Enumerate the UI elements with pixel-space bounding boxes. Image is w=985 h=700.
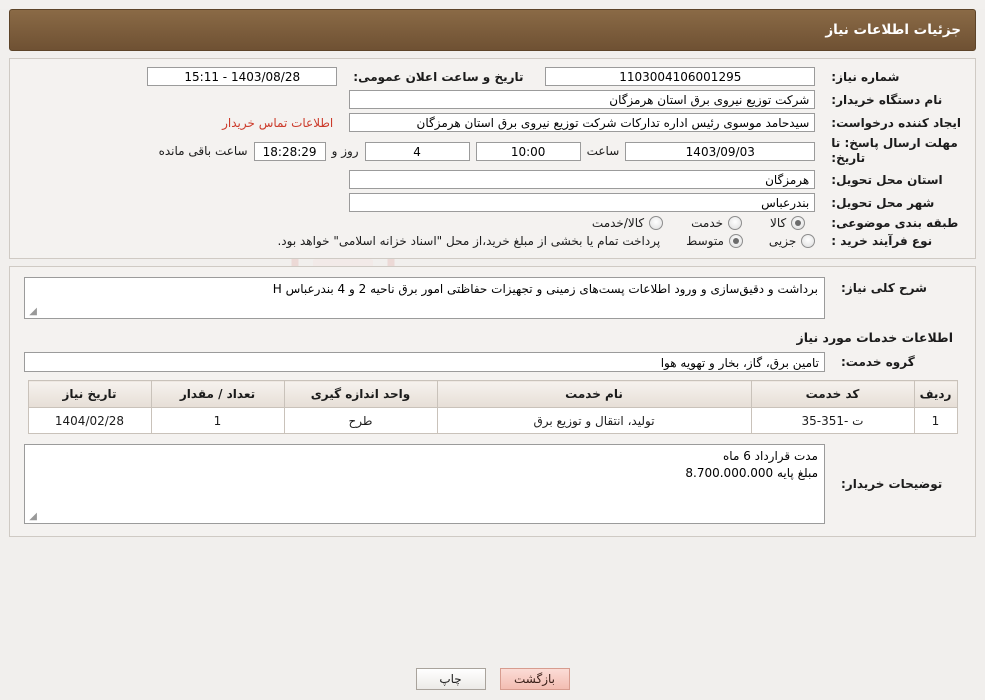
row-category: طبقه بندی موضوعی: کالا خدمت کالا/خدمت: [18, 214, 967, 232]
remaining-label: ساعت باقی مانده: [158, 144, 248, 158]
radio-icon[interactable]: [728, 234, 743, 248]
category-option-kala[interactable]: کالا: [770, 216, 806, 230]
process-option-jozei[interactable]: جزیی: [768, 234, 816, 248]
buyer-org-label: نام دستگاه خریدار:: [831, 92, 943, 107]
service-group-value: تامین برق، گاز، بخار و تهویه هوا: [24, 352, 825, 372]
row-deadline: مهلت ارسال پاسخ: تا تاریخ: 1403/09/03 سا…: [18, 134, 967, 168]
announce-datetime-value: 1403/08/28 - 15:11: [147, 67, 338, 86]
buyer-notes-textarea[interactable]: مدت قرارداد 6 ماه مبلغ پایه 8.700.000.00…: [24, 444, 825, 524]
radio-icon[interactable]: [649, 216, 664, 230]
deadline-time-value: 10:00: [475, 141, 581, 161]
footer-actions: بازگشت چاپ: [0, 668, 985, 690]
radio-icon[interactable]: [801, 234, 816, 248]
process-option-motevaset[interactable]: متوسط: [686, 234, 743, 248]
buyer-org-value: شرکت توزیع نیروی برق استان هرمزگان: [349, 90, 816, 109]
category-option-label: کالا: [770, 216, 787, 230]
services-table-header: ردیف کد خدمت نام خدمت واحد اندازه گیری ت…: [27, 380, 958, 408]
services-section-title: اطلاعات خدمات مورد نیاز: [796, 330, 954, 345]
row-buyer-notes: توضیحات خریدار: مدت قرارداد 6 ماه مبلغ پ…: [18, 442, 967, 526]
city-label: شهر محل تحویل:: [831, 195, 935, 210]
row-city: شهر محل تحویل: بندرعباس: [18, 191, 967, 214]
buyer-notes-line1: مدت قرارداد 6 ماه: [723, 449, 818, 463]
radio-icon[interactable]: [791, 216, 806, 230]
remaining-days-value: 4: [364, 141, 470, 161]
page-header: جزئیات اطلاعات نیاز: [9, 9, 976, 51]
province-value: هرمزگان: [349, 170, 816, 189]
need-number-label: شماره نیاز:: [831, 69, 900, 84]
description-panel: شرح کلی نیاز: برداشت و دقیق‌سازی و ورود …: [9, 266, 976, 537]
cell-unit: طرح: [283, 407, 438, 434]
col-index: ردیف: [913, 380, 958, 408]
process-label: نوع فرآیند خرید :: [831, 234, 933, 248]
days-label: روز و: [331, 144, 359, 158]
row-description: شرح کلی نیاز: برداشت و دقیق‌سازی و ورود …: [18, 275, 967, 321]
buyer-notes-line2: مبلغ پایه 8.700.000.000: [685, 466, 818, 480]
col-code: کد خدمت: [750, 380, 915, 408]
need-info-table: شماره نیاز: 1103004106001295 تاریخ و ساع…: [18, 65, 967, 250]
category-option-khedmat[interactable]: خدمت: [691, 216, 743, 230]
description-table: شرح کلی نیاز: برداشت و دقیق‌سازی و ورود …: [18, 275, 967, 321]
print-button[interactable]: چاپ: [415, 668, 486, 690]
process-note: پرداخت تمام یا بخشی از مبلغ خرید،از محل …: [277, 234, 661, 248]
services-table: ردیف کد خدمت نام خدمت واحد اندازه گیری ت…: [27, 380, 958, 434]
cell-quantity: 1: [150, 407, 285, 434]
countdown-value: 18:28:29: [253, 141, 326, 161]
cell-index: 1: [913, 407, 958, 434]
province-label: استان محل تحویل:: [831, 172, 943, 187]
process-option-label: متوسط: [686, 234, 724, 248]
description-label: شرح کلی نیاز:: [841, 281, 927, 295]
row-province: استان محل تحویل: هرمزگان: [18, 168, 967, 191]
table-row: 1 ت -351-35 تولید، انتقال و توزیع برق طر…: [27, 407, 958, 434]
service-group-label: گروه خدمت:: [841, 355, 915, 369]
col-unit: واحد اندازه گیری: [283, 380, 438, 408]
category-option-label: کالا/خدمت: [591, 216, 645, 230]
resize-handle-icon[interactable]: ◢: [27, 512, 37, 522]
row-buyer-org: نام دستگاه خریدار: شرکت توزیع نیروی برق …: [18, 88, 967, 111]
radio-icon[interactable]: [728, 216, 743, 230]
buyer-notes-label: توضیحات خریدار:: [841, 477, 943, 491]
hour-label: ساعت: [586, 144, 620, 158]
back-button[interactable]: بازگشت: [499, 668, 570, 690]
resize-handle-icon[interactable]: ◢: [27, 307, 37, 317]
col-quantity: تعداد / مقدار: [150, 380, 285, 408]
col-date: تاریخ نیاز: [27, 380, 152, 408]
col-name: نام خدمت: [436, 380, 752, 408]
row-requester: ایجاد کننده درخواست: سیدحامد موسوی رئیس …: [18, 111, 967, 134]
cell-date: 1404/02/28: [27, 407, 152, 434]
city-value: بندرعباس: [349, 193, 816, 212]
buyer-contact-link[interactable]: اطلاعات تماس خریدار: [222, 116, 333, 130]
process-option-label: جزیی: [768, 234, 797, 248]
category-option-kala-khedmat[interactable]: کالا/خدمت: [591, 216, 664, 230]
row-service-group: گروه خدمت: تامین برق، گاز، بخار و تهویه …: [18, 350, 967, 374]
need-number-value: 1103004106001295: [545, 67, 816, 86]
row-process-type: نوع فرآیند خرید : جزیی متوسط پرداخت تمام…: [18, 232, 967, 250]
deadline-label: مهلت ارسال پاسخ: تا تاریخ:: [831, 136, 958, 165]
row-need-number: شماره نیاز: 1103004106001295 تاریخ و ساع…: [18, 65, 967, 88]
category-option-label: خدمت: [691, 216, 724, 230]
deadline-date-value: 1403/09/03: [625, 141, 816, 161]
buyer-notes-table: توضیحات خریدار: مدت قرارداد 6 ماه مبلغ پ…: [18, 442, 967, 526]
announce-datetime-label: تاریخ و ساعت اعلان عمومی:: [353, 69, 524, 84]
description-textarea[interactable]: برداشت و دقیق‌سازی و ورود اطلاعات پست‌ها…: [24, 277, 825, 319]
page-root: جزئیات اطلاعات نیاز AriaTender.com شماره…: [0, 9, 985, 700]
category-label: طبقه بندی موضوعی:: [831, 216, 959, 230]
requester-label: ایجاد کننده درخواست:: [831, 115, 961, 130]
description-value: برداشت و دقیق‌سازی و ورود اطلاعات پست‌ها…: [272, 282, 818, 296]
requester-value: سیدحامد موسوی رئیس اداره تدارکات شرکت تو…: [349, 113, 816, 132]
need-info-panel: شماره نیاز: 1103004106001295 تاریخ و ساع…: [9, 58, 976, 259]
service-group-table: گروه خدمت: تامین برق، گاز، بخار و تهویه …: [18, 350, 967, 374]
cell-name: تولید، انتقال و توزیع برق: [436, 407, 752, 434]
page-title: جزئیات اطلاعات نیاز: [825, 22, 961, 38]
cell-code: ت -351-35: [750, 407, 915, 434]
